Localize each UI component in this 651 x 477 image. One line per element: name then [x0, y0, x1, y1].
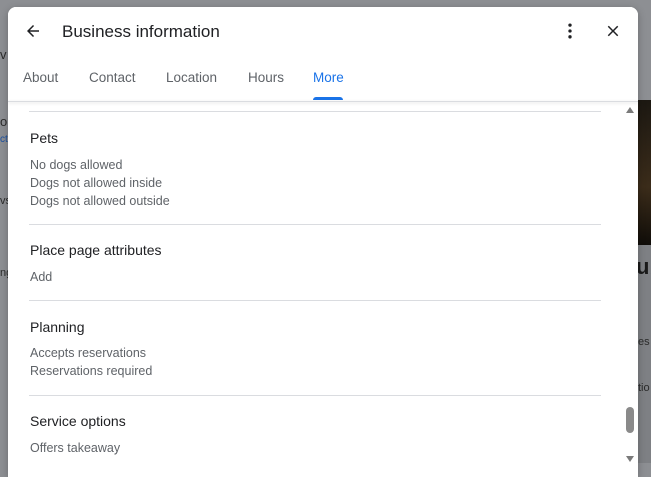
tab-about[interactable]: About	[23, 67, 58, 101]
pets-item: Dogs not allowed inside	[30, 176, 163, 190]
section-divider	[29, 224, 601, 225]
background-text: ub	[636, 254, 651, 279]
section-divider	[29, 300, 601, 301]
dialog-title: Business information	[62, 22, 220, 41]
tab-bar: About Contact Location Hours More	[8, 67, 638, 101]
more-vert-icon	[568, 23, 572, 39]
section-divider	[29, 111, 601, 112]
pets-item: Dogs not allowed outside	[30, 194, 170, 208]
section-divider	[29, 395, 601, 396]
tab-hours[interactable]: Hours	[248, 67, 284, 101]
background-text: es	[638, 336, 650, 348]
close-icon	[607, 25, 619, 37]
more-options-button[interactable]	[552, 13, 588, 49]
content-scrollbar[interactable]	[623, 103, 637, 470]
scroll-down-arrow-icon[interactable]	[626, 456, 634, 462]
dialog-header: Business information About Contact Locat…	[8, 7, 638, 101]
background-text: ct	[0, 134, 8, 145]
section-title-planning: Planning	[30, 319, 85, 335]
arrow-left-icon	[27, 25, 39, 37]
add-attribute-link[interactable]: Add	[30, 270, 52, 284]
business-information-dialog: Business information About Contact Locat…	[8, 7, 638, 477]
scroll-up-arrow-icon[interactable]	[626, 107, 634, 113]
active-tab-indicator	[313, 97, 343, 100]
section-title-pets: Pets	[30, 130, 59, 146]
service-options-item: Offers takeaway	[30, 441, 121, 455]
tab-location[interactable]: Location	[166, 67, 217, 101]
planning-item: Accepts reservations	[30, 346, 147, 360]
section-title-place-page-attributes: Place page attributes	[30, 242, 162, 258]
section-title-service-options: Service options	[30, 413, 126, 429]
close-button[interactable]	[595, 13, 631, 49]
scrollbar-thumb[interactable]	[626, 407, 634, 433]
tab-contact[interactable]: Contact	[89, 67, 136, 101]
background-photo	[636, 100, 651, 245]
background-text: tio	[638, 382, 650, 394]
background-text: v	[0, 47, 7, 62]
planning-item: Reservations required	[30, 364, 153, 378]
pets-item: No dogs allowed	[30, 158, 123, 172]
tab-more[interactable]: More	[313, 67, 344, 101]
back-button[interactable]	[15, 13, 51, 49]
dialog-content: Pets No dogs allowed Dogs not allowed in…	[8, 102, 638, 477]
